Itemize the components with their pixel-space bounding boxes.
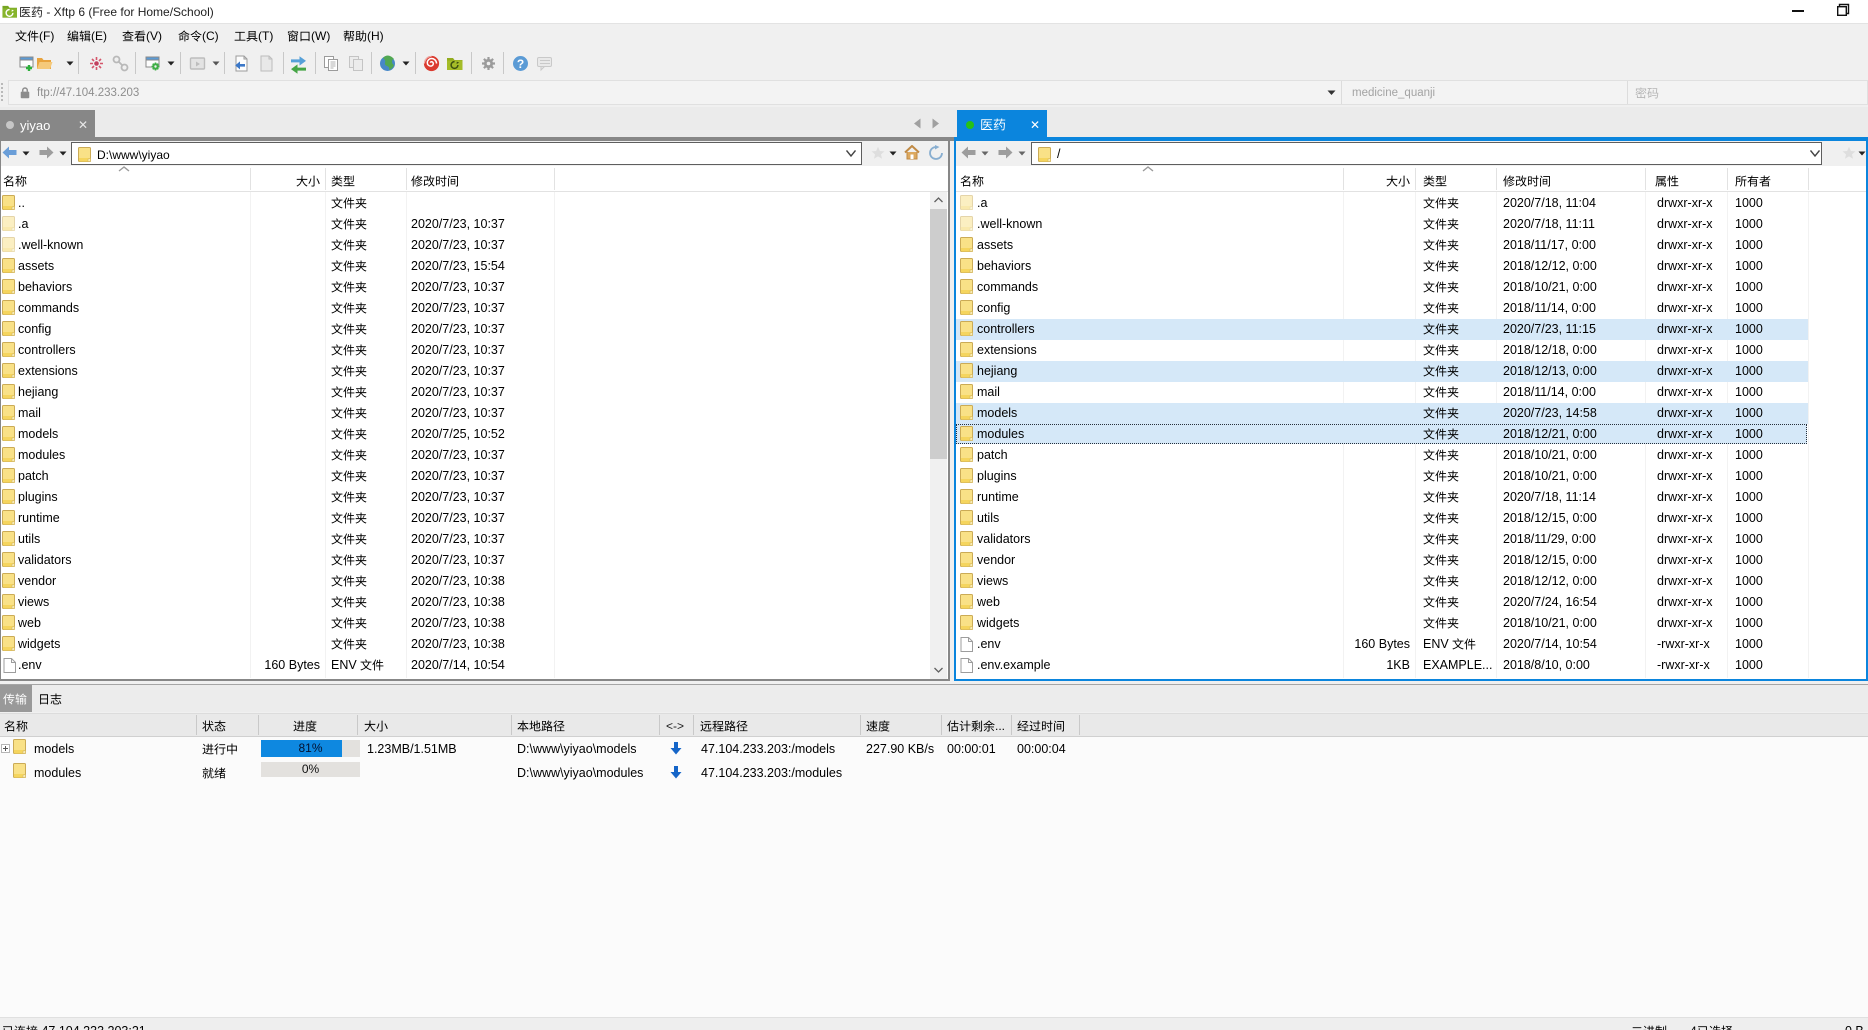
svg-text:?: ? [517, 57, 524, 71]
